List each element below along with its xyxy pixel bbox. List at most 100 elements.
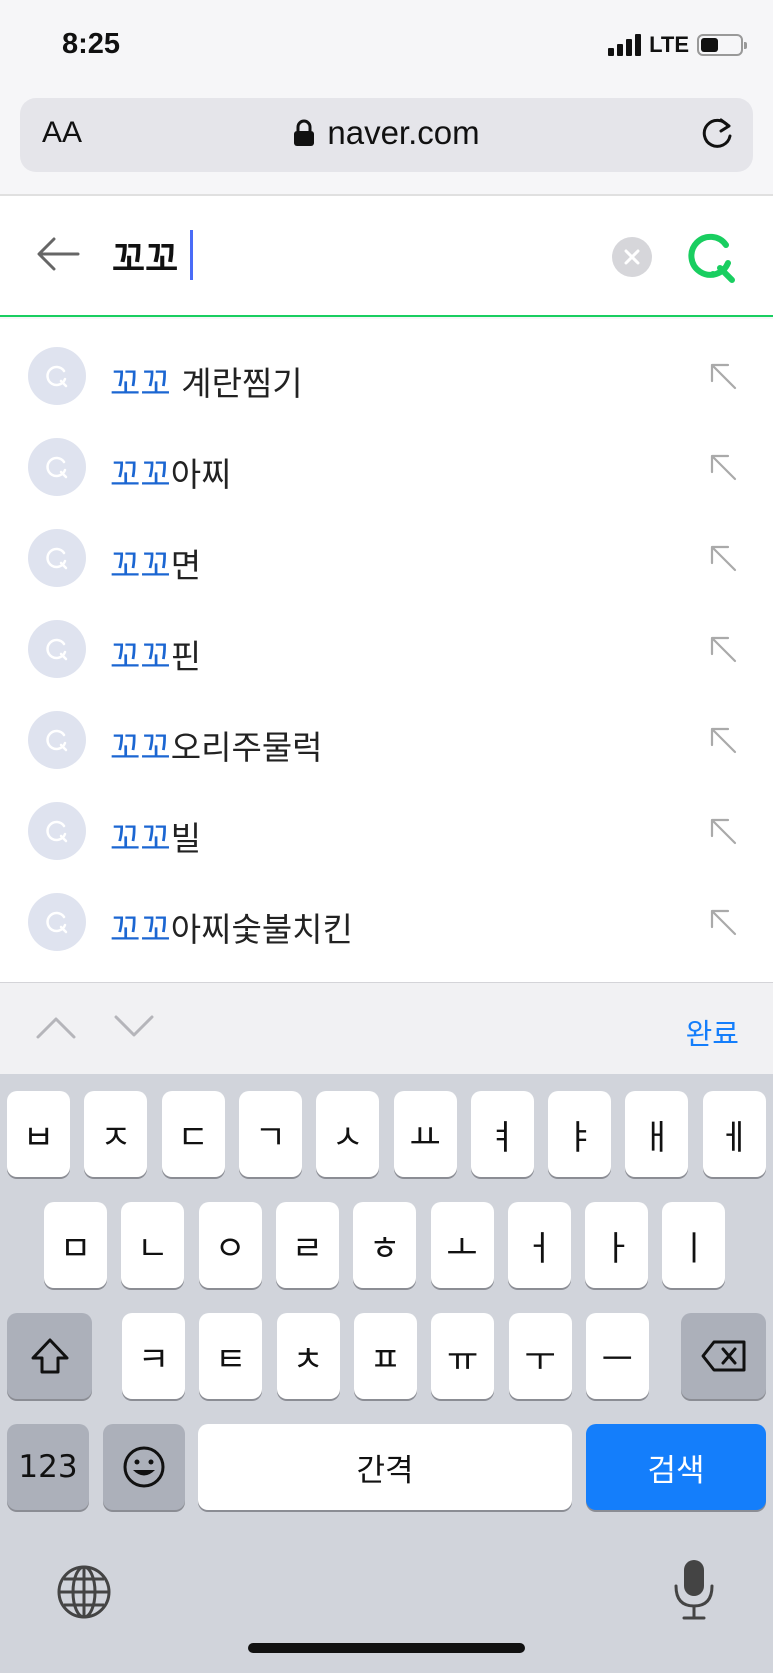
space-key[interactable]: 간격 bbox=[198, 1424, 572, 1510]
search-header: 꼬꼬 bbox=[0, 196, 773, 317]
emoji-icon bbox=[123, 1446, 165, 1488]
fill-query-arrow-icon[interactable] bbox=[708, 634, 738, 664]
globe-icon[interactable] bbox=[56, 1564, 112, 1620]
key-letter[interactable]: ㅈ bbox=[84, 1091, 148, 1177]
close-icon bbox=[624, 249, 640, 265]
suggestion-item[interactable]: 꼬꼬핀 bbox=[0, 592, 773, 682]
key-letter[interactable]: ㄹ bbox=[275, 1202, 339, 1288]
suggestion-text: 꼬꼬핀 bbox=[110, 630, 201, 678]
fill-query-arrow-icon[interactable] bbox=[708, 452, 738, 482]
key-letter[interactable]: ㅌ bbox=[199, 1313, 263, 1399]
suggestion-rest: 면 bbox=[170, 546, 202, 585]
suggestion-item[interactable]: 꼬꼬아찌숯불치킨 bbox=[0, 865, 773, 955]
key-letter[interactable]: ㅎ bbox=[353, 1202, 417, 1288]
suggestion-text: 꼬꼬 계란찜기 bbox=[110, 357, 303, 405]
key-letter[interactable]: ㅣ bbox=[662, 1202, 726, 1288]
fill-query-arrow-icon[interactable] bbox=[708, 907, 738, 937]
fill-query-arrow-icon[interactable] bbox=[708, 816, 738, 846]
key-letter[interactable]: ㅓ bbox=[507, 1202, 571, 1288]
keyboard-toolbar: 완료 bbox=[0, 982, 773, 1074]
key-letter[interactable]: ㅗ bbox=[430, 1202, 494, 1288]
network-type: LTE bbox=[649, 32, 689, 57]
key-letter[interactable]: ㅕ bbox=[470, 1091, 534, 1177]
fill-query-arrow-icon[interactable] bbox=[708, 725, 738, 755]
url-domain: naver.com bbox=[327, 114, 480, 151]
search-icon bbox=[28, 802, 86, 860]
search-icon[interactable] bbox=[686, 230, 740, 284]
numbers-key[interactable]: 123 bbox=[7, 1424, 89, 1510]
key-letter[interactable]: ㅋ bbox=[122, 1313, 185, 1399]
shift-key[interactable] bbox=[7, 1313, 92, 1399]
search-icon bbox=[28, 711, 86, 769]
text-cursor bbox=[190, 230, 193, 280]
suggestion-item[interactable]: 꼬꼬면 bbox=[0, 501, 773, 591]
microphone-icon[interactable] bbox=[672, 1558, 716, 1622]
suggestion-rest: 계란찜기 bbox=[170, 364, 303, 403]
suggestion-highlight: 꼬꼬 bbox=[110, 819, 171, 858]
suggestion-highlight: 꼬꼬 bbox=[110, 637, 171, 676]
status-bar: 8:25 LTE bbox=[0, 0, 773, 95]
key-letter[interactable]: ㅔ bbox=[702, 1091, 766, 1177]
suggestion-text: 꼬꼬오리주물럭 bbox=[110, 721, 323, 769]
search-key[interactable]: 검색 bbox=[586, 1424, 766, 1510]
emoji-key[interactable] bbox=[103, 1424, 185, 1510]
key-letter[interactable]: ㅍ bbox=[353, 1313, 417, 1399]
search-icon bbox=[28, 529, 86, 587]
key-letter[interactable]: ㅁ bbox=[44, 1202, 107, 1288]
key-letter[interactable]: ㄱ bbox=[238, 1091, 302, 1177]
keyboard: 123 간격 검색 ㅂㅈㄷㄱㅅㅛㅕㅑㅐㅔㅁㄴㅇㄹㅎㅗㅓㅏㅣㅋㅌㅊㅍㅠㅜㅡ bbox=[0, 1074, 773, 1673]
fill-query-arrow-icon[interactable] bbox=[708, 361, 738, 391]
status-indicators: LTE bbox=[608, 32, 747, 58]
suggestion-rest: 핀 bbox=[170, 637, 202, 676]
battery-icon bbox=[697, 34, 747, 56]
search-icon bbox=[28, 620, 86, 678]
url-bar[interactable]: AA naver.com bbox=[20, 98, 753, 172]
chevron-up-icon[interactable] bbox=[34, 1011, 78, 1043]
suggestion-highlight: 꼬꼬 bbox=[110, 364, 171, 403]
key-letter[interactable]: ㅑ bbox=[548, 1091, 612, 1177]
suggestion-item[interactable]: 꼬꼬빌 bbox=[0, 774, 773, 864]
key-letter[interactable]: ㅐ bbox=[625, 1091, 689, 1177]
key-letter[interactable]: ㅅ bbox=[316, 1091, 380, 1177]
shift-icon bbox=[31, 1338, 68, 1374]
key-letter[interactable]: ㅡ bbox=[585, 1313, 649, 1399]
address-field[interactable]: naver.com bbox=[20, 114, 753, 152]
key-letter[interactable]: ㅜ bbox=[508, 1313, 572, 1399]
status-time: 8:25 bbox=[62, 28, 121, 60]
home-indicator[interactable] bbox=[248, 1643, 525, 1653]
suggestion-highlight: 꼬꼬 bbox=[110, 455, 171, 494]
search-input[interactable]: 꼬꼬 bbox=[112, 230, 178, 282]
backspace-icon bbox=[701, 1340, 745, 1372]
fill-query-arrow-icon[interactable] bbox=[708, 543, 738, 573]
done-button[interactable]: 완료 bbox=[686, 1011, 739, 1053]
reload-icon[interactable] bbox=[697, 114, 737, 154]
key-letter[interactable]: ㅠ bbox=[431, 1313, 495, 1399]
suggestion-text: 꼬꼬아찌 bbox=[110, 448, 231, 496]
suggestion-rest: 아찌 bbox=[170, 455, 232, 494]
suggestion-highlight: 꼬꼬 bbox=[110, 546, 171, 585]
key-letter[interactable]: ㄷ bbox=[161, 1091, 225, 1177]
suggestion-text: 꼬꼬아찌숯불치킨 bbox=[110, 903, 353, 951]
key-letter[interactable]: ㅂ bbox=[7, 1091, 70, 1177]
search-icon bbox=[28, 893, 86, 951]
suggestion-item[interactable]: 꼬꼬 계란찜기 bbox=[0, 319, 773, 409]
suggestion-rest: 오리주물럭 bbox=[170, 728, 323, 767]
key-letter[interactable]: ㄴ bbox=[121, 1202, 185, 1288]
suggestion-item[interactable]: 꼬꼬오리주물럭 bbox=[0, 683, 773, 773]
key-letter[interactable]: ㅊ bbox=[276, 1313, 340, 1399]
back-arrow-icon[interactable] bbox=[34, 234, 82, 274]
backspace-key[interactable] bbox=[681, 1313, 766, 1399]
clear-search-button[interactable] bbox=[612, 237, 652, 277]
suggestion-text: 꼬꼬면 bbox=[110, 539, 201, 587]
chevron-down-icon[interactable] bbox=[112, 1011, 156, 1043]
key-letter[interactable]: ㅏ bbox=[585, 1202, 649, 1288]
suggestion-highlight: 꼬꼬 bbox=[110, 728, 171, 767]
signal-icon bbox=[608, 34, 642, 56]
key-letter[interactable]: ㅛ bbox=[393, 1091, 457, 1177]
suggestion-item[interactable]: 꼬꼬아찌 bbox=[0, 410, 773, 500]
suggestion-rest: 아찌숯불치킨 bbox=[170, 910, 353, 949]
search-icon bbox=[28, 347, 86, 405]
suggestion-highlight: 꼬꼬 bbox=[110, 910, 171, 949]
suggestion-text: 꼬꼬빌 bbox=[110, 812, 201, 860]
key-letter[interactable]: ㅇ bbox=[198, 1202, 262, 1288]
